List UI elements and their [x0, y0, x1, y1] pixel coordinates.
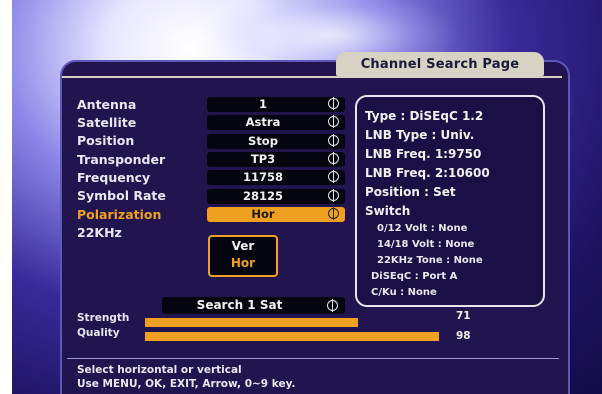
circle-arrows-icon [328, 97, 339, 110]
label-transponder: Transponder [77, 152, 166, 167]
transponder-selector[interactable]: TP3 [207, 152, 345, 167]
polarization-selector[interactable]: Hor [207, 207, 345, 222]
lnb-info-panel: Type : DiSEqC 1.2 LNB Type : Univ. LNB F… [355, 95, 545, 307]
info-switch-item: 22KHz Tone : None [377, 255, 483, 266]
label-symbol-rate: Symbol Rate [77, 188, 166, 203]
info-type: Type : DiSEqC 1.2 [365, 109, 484, 123]
satellite-selector[interactable]: Astra [207, 115, 345, 130]
circle-arrows-icon [328, 207, 339, 220]
polarization-value: Hor [251, 207, 275, 221]
info-lnb-type: LNB Type : Univ. [365, 128, 475, 142]
info-lnb-freq2: LNB Freq. 2:10600 [365, 166, 490, 180]
info-position: Position : Set [365, 185, 456, 199]
info-lnb-freq1: LNB Freq. 1:9750 [365, 147, 482, 161]
help-text: Select horizontal or vertical [77, 364, 242, 376]
strength-value: 71 [456, 310, 471, 322]
option-ver[interactable]: Ver [210, 239, 276, 253]
frequency-input[interactable]: 11758 [207, 170, 345, 185]
label-antenna: Antenna [77, 97, 137, 112]
polarization-dropdown: Ver Hor [208, 235, 278, 277]
antenna-value: 1 [258, 97, 267, 111]
numeric-input-icon [328, 170, 339, 183]
label-position: Position [77, 133, 135, 148]
symbol-rate-value: 28125 [242, 189, 283, 203]
numeric-input-icon [328, 189, 339, 202]
info-switch-item: C/Ku : None [371, 287, 437, 298]
symbol-rate-input[interactable]: 28125 [207, 189, 345, 204]
position-selector[interactable]: Stop [207, 134, 345, 149]
tv-screen: Channel Search Page Antenna Satellite Po… [12, 0, 602, 394]
label-frequency: Frequency [77, 170, 151, 185]
label-satellite: Satellite [77, 115, 137, 130]
circle-arrows-icon [327, 299, 338, 312]
label-polarization: Polarization [77, 207, 162, 222]
quality-value: 98 [456, 330, 471, 342]
transponder-value: TP3 [250, 152, 276, 166]
antenna-selector[interactable]: 1 [207, 97, 345, 112]
help-keys: Use MENU, OK, EXIT, Arrow, 0~9 key. [77, 378, 296, 390]
strength-bar [145, 318, 358, 327]
frequency-value: 11758 [242, 170, 283, 184]
search-button-label: Search 1 Sat [196, 298, 283, 312]
info-switch-item: DiSEqC : Port A [371, 271, 458, 282]
circle-arrows-icon [328, 115, 339, 128]
circle-arrows-icon [328, 152, 339, 165]
quality-bar [145, 332, 439, 341]
label-22khz: 22KHz [77, 225, 122, 240]
satellite-value: Astra [245, 115, 281, 129]
info-switch-item: 14/18 Volt : None [377, 239, 475, 250]
search-button[interactable]: Search 1 Sat [162, 297, 345, 314]
strength-label: Strength [77, 312, 130, 324]
info-switch-title: Switch [365, 204, 411, 218]
position-value: Stop [248, 134, 278, 148]
circle-arrows-icon [328, 134, 339, 147]
help-divider [67, 358, 559, 359]
option-hor[interactable]: Hor [210, 256, 276, 270]
info-switch-item: 0/12 Volt : None [377, 223, 468, 234]
page-title: Channel Search Page [336, 52, 544, 76]
title-divider [62, 76, 562, 78]
quality-label: Quality [77, 327, 120, 339]
